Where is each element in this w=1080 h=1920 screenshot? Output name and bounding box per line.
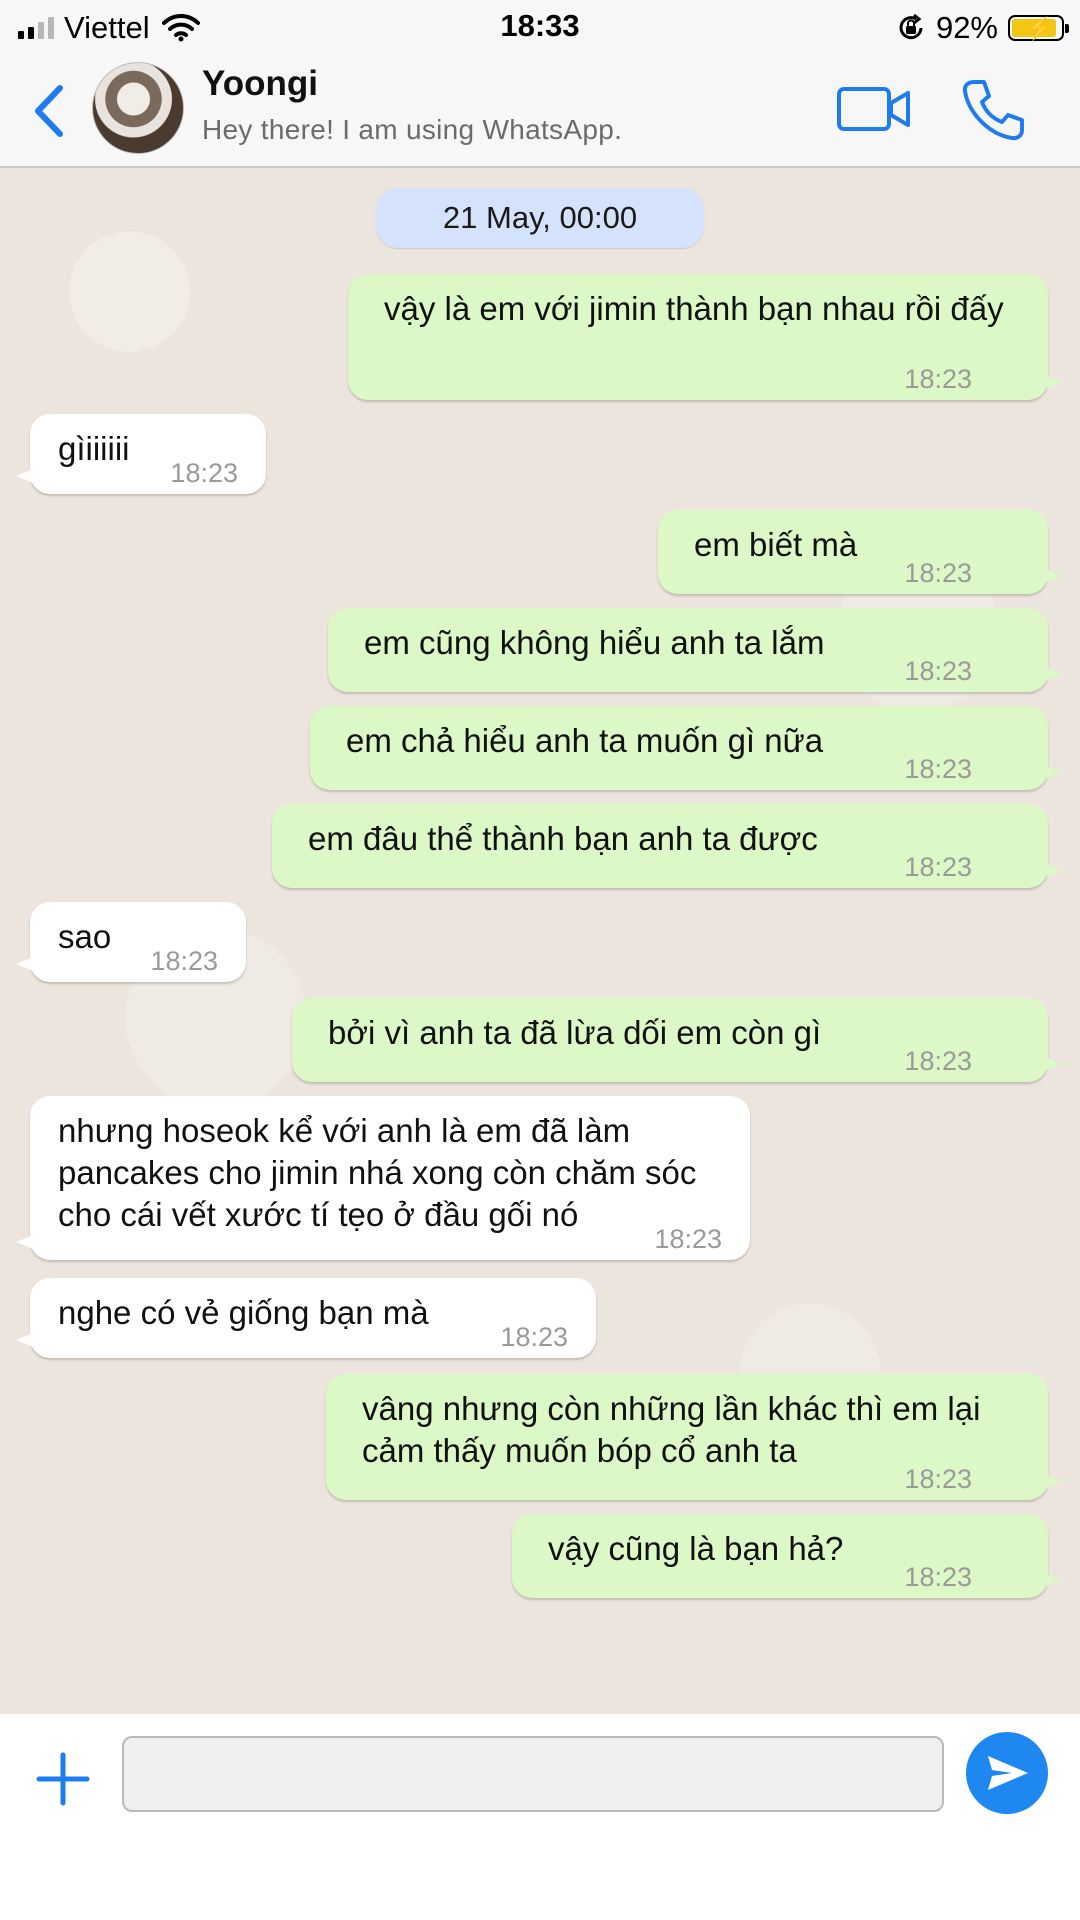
back-icon[interactable] bbox=[28, 78, 72, 144]
message-text: sao bbox=[58, 918, 112, 955]
message-text: em đâu thể thành bạn anh ta được bbox=[308, 820, 818, 857]
message-text: bởi vì anh ta đã lừa dối em còn gì bbox=[328, 1014, 822, 1051]
message-bubble-incoming[interactable]: nghe có vẻ giống bạn mà 18:23 bbox=[16, 1278, 596, 1358]
message-text: vậy là em với jimin thành bạn nhau rồi đ… bbox=[384, 290, 1004, 327]
message-bubble-outgoing[interactable]: vậy là em với jimin thành bạn nhau rồi đ… bbox=[348, 274, 1062, 400]
message-time: 18:23 bbox=[500, 1322, 568, 1352]
message-bubble-incoming[interactable]: gìiiiiii 18:23 bbox=[16, 414, 266, 494]
message-time: 18:23 bbox=[904, 1562, 972, 1592]
orientation-lock-icon bbox=[899, 13, 923, 40]
message-time: 18:23 bbox=[654, 1224, 722, 1254]
message-time: 18:23 bbox=[904, 852, 972, 882]
message-bubble-outgoing[interactable]: em cũng không hiểu anh ta lắm 18:23 bbox=[328, 608, 1062, 692]
phone-call-icon[interactable] bbox=[960, 78, 1026, 142]
message-time: 18:23 bbox=[150, 946, 218, 976]
message-text: em chả hiểu anh ta muốn gì nữa bbox=[346, 722, 824, 759]
chat-header: Yoongi Hey there! I am using WhatsApp. bbox=[0, 56, 1080, 168]
message-time: 18:23 bbox=[904, 558, 972, 588]
message-text: vâng nhưng còn những lần khác thì em lại… bbox=[362, 1390, 981, 1469]
battery-charging-icon: ⚡ bbox=[1008, 15, 1069, 41]
battery-percentage: 92% bbox=[935, 10, 998, 45]
video-call-icon[interactable] bbox=[836, 84, 912, 134]
message-text: nhưng hoseok kể với anh là em đã làm pan… bbox=[58, 1112, 697, 1233]
message-time: 18:23 bbox=[904, 656, 972, 686]
input-bar bbox=[0, 1714, 1080, 1920]
message-time: 18:23 bbox=[904, 364, 972, 394]
message-text: gìiiiiii bbox=[58, 430, 130, 467]
avatar[interactable] bbox=[92, 62, 184, 154]
message-text: nghe có vẻ giống bạn mà bbox=[58, 1294, 429, 1331]
message-time: 18:23 bbox=[170, 458, 238, 488]
contact-status: Hey there! I am using WhatsApp. bbox=[202, 114, 623, 145]
message-input[interactable] bbox=[122, 1736, 944, 1812]
message-bubble-incoming[interactable]: sao 18:23 bbox=[16, 902, 246, 982]
status-bar: Viettel 18:33 92% ⚡ bbox=[0, 0, 1080, 56]
status-right: 92% ⚡ bbox=[896, 8, 1069, 48]
message-bubble-outgoing[interactable]: em đâu thể thành bạn anh ta được 18:23 bbox=[272, 804, 1062, 888]
message-bubble-outgoing[interactable]: em biết mà 18:23 bbox=[658, 510, 1062, 594]
send-icon bbox=[988, 1756, 1028, 1790]
contact-name[interactable]: Yoongi bbox=[202, 64, 318, 104]
plus-icon[interactable] bbox=[36, 1752, 90, 1806]
message-text: em cũng không hiểu anh ta lắm bbox=[364, 624, 825, 661]
message-bubble-incoming[interactable]: nhưng hoseok kể với anh là em đã làm pan… bbox=[16, 1096, 750, 1260]
message-bubble-outgoing[interactable]: vậy cũng là bạn hả? 18:23 bbox=[512, 1514, 1062, 1598]
message-time: 18:23 bbox=[904, 1464, 972, 1494]
message-time: 18:23 bbox=[904, 754, 972, 784]
message-time: 18:23 bbox=[904, 1046, 972, 1076]
date-separator: 21 May, 00:00 bbox=[376, 188, 704, 248]
message-bubble-outgoing[interactable]: vâng nhưng còn những lần khác thì em lại… bbox=[326, 1374, 1062, 1500]
bolt-icon: ⚡ bbox=[1026, 16, 1054, 41]
message-text: em biết mà bbox=[694, 526, 858, 563]
message-text: vậy cũng là bạn hả? bbox=[548, 1530, 844, 1567]
message-bubble-outgoing[interactable]: bởi vì anh ta đã lừa dối em còn gì 18:23 bbox=[292, 998, 1062, 1082]
chat-area[interactable]: 21 May, 00:00 vậy là em với jimin thành … bbox=[0, 168, 1080, 1714]
send-button[interactable] bbox=[966, 1732, 1048, 1814]
message-bubble-outgoing[interactable]: em chả hiểu anh ta muốn gì nữa 18:23 bbox=[310, 706, 1062, 790]
